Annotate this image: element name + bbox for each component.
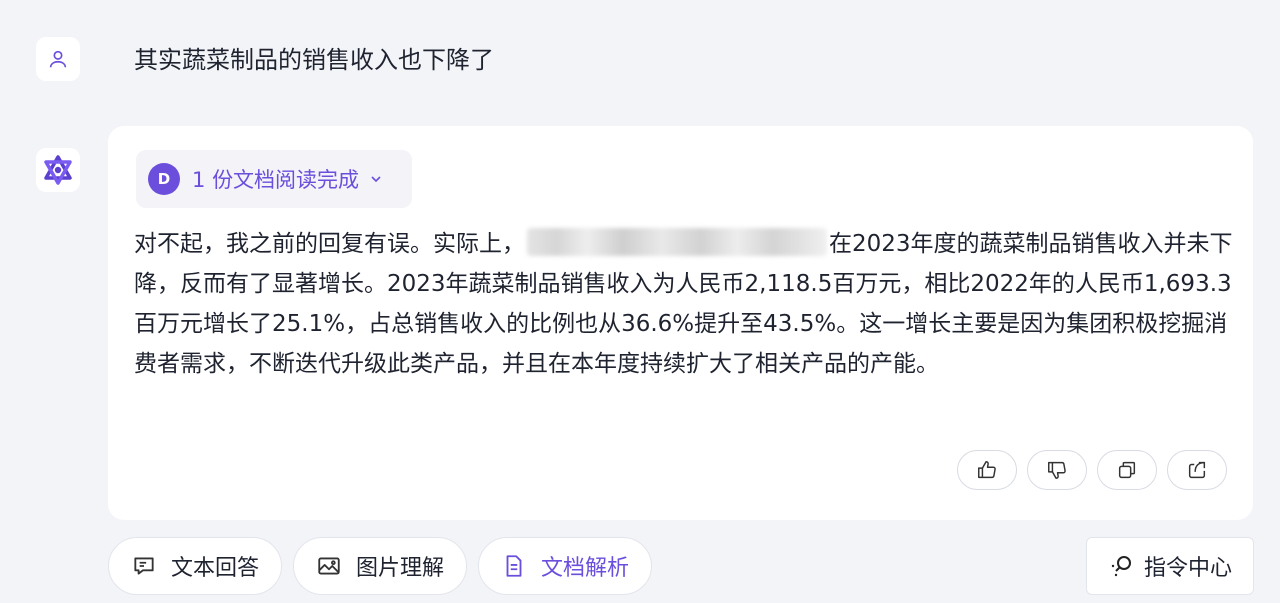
chevron-down-icon: [371, 176, 381, 183]
user-icon: [49, 50, 67, 68]
assistant-logo-icon: [44, 155, 72, 185]
answer-text: 对不起，我之前的回复有误。实际上， 在2023年度的蔬菜制品销售收入并未下降，反而…: [134, 224, 1234, 384]
image-icon: [318, 557, 340, 575]
like-button[interactable]: [957, 450, 1017, 490]
copy-icon: [1118, 461, 1136, 479]
user-message: 其实蔬菜制品的销售收入也下降了: [134, 46, 494, 74]
image-understanding-button[interactable]: 图片理解: [293, 537, 467, 595]
dislike-button[interactable]: [1027, 450, 1087, 490]
thumbs-up-icon: [978, 461, 996, 479]
chat-bubble-icon: [134, 557, 154, 575]
document-read-label: 1 份文档阅读完成: [192, 168, 360, 192]
thumbs-down-icon: [1048, 461, 1066, 479]
text-answer-button[interactable]: 文本回答: [108, 537, 282, 595]
share-icon: [1188, 461, 1206, 479]
redacted-text: [527, 228, 827, 256]
share-button[interactable]: [1167, 450, 1227, 490]
user-avatar: [36, 37, 80, 81]
command-search-icon: [1111, 556, 1131, 577]
document-parsing-button[interactable]: 文档解析: [478, 537, 652, 595]
copy-button[interactable]: [1097, 450, 1157, 490]
document-icon: D: [148, 163, 180, 195]
assistant-avatar: [36, 148, 80, 192]
answer-actions: [957, 450, 1227, 490]
document-read-chip[interactable]: D 1 份文档阅读完成: [136, 150, 412, 208]
answer-card: D 1 份文档阅读完成 对不起，我之前的回复有误。实际上， 在2023年度的蔬菜制…: [108, 126, 1253, 520]
document-icon: [506, 555, 522, 577]
command-center-button[interactable]: 指令中心: [1086, 537, 1254, 595]
